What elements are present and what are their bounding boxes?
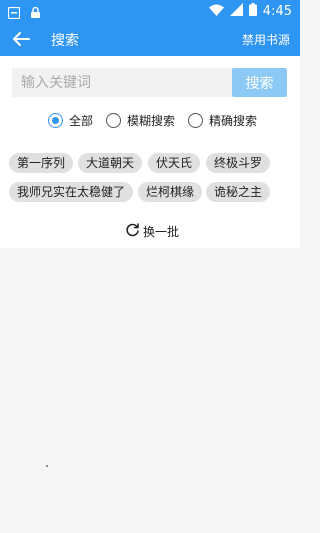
tag-chip[interactable]: 终极斗罗 — [206, 153, 271, 173]
status-time: 4:45 — [262, 3, 292, 19]
hot-tags-panel: 第一序列 大道朝天 伏天氏 终极斗罗 我师兄实在太稳健了 烂柯棋缘 诡秘之主 换… — [0, 136, 300, 248]
lock-icon — [30, 4, 41, 23]
tag-chip[interactable]: 第一序列 — [9, 153, 74, 173]
radio-checked-icon — [48, 113, 63, 128]
search-input[interactable] — [12, 68, 232, 97]
tag-chip[interactable]: 伏天氏 — [148, 153, 201, 173]
tag-chip[interactable]: 大道朝天 — [78, 153, 143, 173]
status-left — [7, 4, 41, 23]
radio-label: 精确搜索 — [209, 114, 258, 128]
back-arrow-icon[interactable] — [12, 31, 30, 47]
disable-source-button[interactable]: 禁用书源 — [242, 31, 290, 48]
radio-unchecked-icon — [188, 113, 203, 128]
app-bar: 搜索 禁用书源 — [0, 22, 300, 56]
status-right: 4:45 — [208, 3, 292, 20]
tag-chip[interactable]: 诡秘之主 — [206, 182, 271, 202]
signal-icon — [229, 3, 243, 20]
radio-exact[interactable]: 精确搜索 — [188, 112, 257, 129]
search-mode-group: 全部 模糊搜索 精确搜索 — [0, 108, 300, 136]
page-title: 搜索 — [51, 33, 79, 49]
refresh-label: 换一批 — [143, 224, 180, 239]
search-row: 搜索 — [0, 56, 300, 108]
tag-chip[interactable]: 烂柯棋缘 — [138, 182, 203, 202]
tag-chip[interactable]: 我师兄实在太稳健了 — [9, 182, 134, 202]
wifi-icon — [208, 4, 224, 20]
refresh-button[interactable]: 换一批 — [125, 222, 179, 240]
notification-icon — [7, 4, 21, 23]
search-button[interactable]: 搜索 — [232, 68, 287, 97]
status-bar: 4:45 — [0, 0, 300, 22]
radio-fuzzy[interactable]: 模糊搜索 — [106, 112, 175, 129]
stray-dot — [46, 465, 48, 467]
radio-unchecked-icon — [106, 113, 121, 128]
radio-label: 全部 — [69, 114, 94, 128]
battery-icon — [248, 3, 257, 20]
radio-all[interactable]: 全部 — [48, 112, 93, 129]
radio-label: 模糊搜索 — [127, 114, 176, 128]
refresh-icon — [125, 222, 140, 240]
